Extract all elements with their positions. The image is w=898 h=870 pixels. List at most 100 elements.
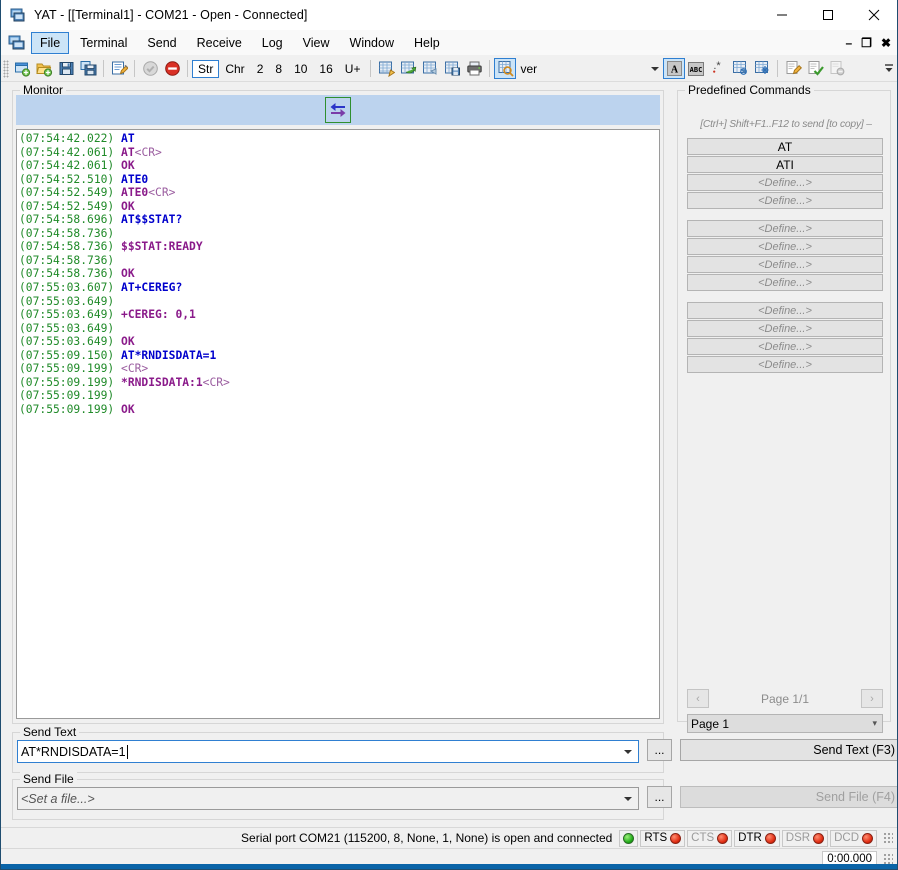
monitor-timestamp: (07:55:03.649) [19,321,122,335]
radix-str-button[interactable]: Str [192,59,220,78]
page-select[interactable]: Page 1 ▾ [687,714,883,733]
monitor-output[interactable]: (07:54:42.022) AT (07:54:42.061) AT<CR> (0… [16,129,660,719]
find-input[interactable]: ver [516,58,664,79]
menu-item-receive[interactable]: Receive [188,32,251,54]
mdi-close-icon[interactable]: ✖ [881,37,891,49]
predefined-page-nav: ‹ Page 1/1 › [687,689,883,708]
case-sensitive-icon[interactable]: A [663,58,686,79]
find-next-icon[interactable] [729,58,751,80]
monitor-control-char: <CR> [202,375,230,389]
send-text-button[interactable]: Send Text (F3) [680,739,897,761]
connection-led-icon [623,832,635,844]
save-terminal-icon[interactable] [55,58,77,80]
radix-hex-button[interactable]: 16 [313,61,338,77]
predefined-command-button-6[interactable]: <Define...> [687,238,883,255]
send-text-browse-button[interactable]: ... [647,739,672,761]
menu-item-help[interactable]: Help [405,32,449,54]
monitor-timestamp: (07:55:03.649) [19,308,122,322]
monitor-received-text: OK [121,267,135,281]
predefined-command-button-9[interactable]: <Define...> [687,302,883,319]
monitor-line: (07:55:09.199) [19,389,659,403]
radix-dec-button[interactable]: 10 [288,61,313,77]
save-terminal-as-icon[interactable] [77,58,99,80]
mdi-child-icon [8,34,26,52]
radix-chr-button[interactable]: Chr [219,61,250,77]
send-file-dropdown-icon[interactable] [619,790,636,807]
monitor-timestamp: (07:54:42.061) [19,159,122,173]
minimize-icon[interactable] [759,0,805,30]
radix-unicode-button[interactable]: U+ [339,61,367,77]
predefined-command-button-7[interactable]: <Define...> [687,256,883,273]
signal-cell-dtr: DTR [734,829,780,847]
send-text-dropdown-icon[interactable] [619,743,636,760]
window-resize-grip[interactable] [882,853,893,865]
monitor-timestamp: (07:55:09.199) [19,402,122,416]
predefined-command-button-11[interactable]: <Define...> [687,338,883,355]
refresh-icon[interactable] [419,58,441,80]
signal-label: DCD [834,832,859,844]
disconnect-icon[interactable] [161,58,183,80]
signal-cell-dcd: DCD [830,829,877,847]
monitor-panel: Monitor (07:54:42.022) AT (07:54:42.061) … [12,83,664,724]
monitor-timestamp: (07:54:58.736) [19,253,122,267]
menu-item-view[interactable]: View [294,32,339,54]
predefined-command-button-12[interactable]: <Define...> [687,356,883,373]
find-icon[interactable] [494,58,517,79]
edit-terminal-settings-icon[interactable] [108,58,130,80]
whole-word-icon[interactable]: ABC [685,58,707,80]
new-terminal-icon[interactable] [11,58,33,80]
next-page-button[interactable]: › [861,689,883,708]
maximize-icon[interactable] [805,0,851,30]
predefined-hint: [Ctrl+] Shift+F1..F12 to send [to copy] … [700,119,872,130]
validate-icon[interactable] [804,58,826,80]
send-file-browse-button[interactable]: ... [647,786,672,808]
monitor-sent-text: AT$$STAT? [121,213,183,227]
radix-bin-button[interactable]: 2 [251,61,270,77]
prev-page-button[interactable]: ‹ [687,689,709,708]
toolbar-grip[interactable] [3,59,9,78]
toolbar-overflow-icon[interactable] [884,60,894,81]
monitor-line: (07:54:42.061) AT<CR> [19,146,659,160]
menu-item-window[interactable]: Window [341,32,403,54]
predefined-command-button-1[interactable]: AT [687,138,883,155]
predefined-command-button-4[interactable]: <Define...> [687,192,883,209]
bidirectional-arrows-icon[interactable] [325,97,351,123]
connection-led-cell [619,829,639,847]
predefined-command-button-8[interactable]: <Define...> [687,274,883,291]
close-icon[interactable] [851,0,897,30]
mdi-minimize-icon[interactable]: – [845,37,852,49]
predefined-command-button-2[interactable]: ATI [687,156,883,173]
monitor-received-text: *RNDISDATA:1 [121,375,203,389]
find-all-icon[interactable] [751,58,773,80]
print-icon[interactable] [463,58,485,80]
predefined-command-button-3[interactable]: <Define...> [687,174,883,191]
format-settings-icon[interactable] [375,58,397,80]
monitor-line: (07:54:58.736) $$STAT:READY [19,240,659,254]
menu-item-log[interactable]: Log [253,32,292,54]
toolbar-separator [370,60,372,77]
signal-cell-cts: CTS [687,829,733,847]
menu-item-send[interactable]: Send [138,32,185,54]
main-content: Monitor (07:54:42.022) AT (07:54:42.061) … [1,82,897,821]
menu-item-file[interactable]: File [31,31,70,54]
monitor-line: (07:54:52.510) ATE0 [19,173,659,187]
open-terminal-icon[interactable] [33,58,55,80]
send-file-legend: Send File [20,772,77,786]
predefined-command-button-5[interactable]: <Define...> [687,220,883,237]
chevron-down-icon[interactable] [651,66,660,71]
signal-label: CTS [691,832,715,844]
monitor-timestamp: (07:54:52.510) [19,172,122,186]
edit-icon[interactable] [782,58,804,80]
monitor-timestamp: (07:54:42.061) [19,145,122,159]
send-file-input[interactable]: <Set a file...> [17,787,639,810]
menu-item-terminal[interactable]: Terminal [71,32,136,54]
radix-oct-button[interactable]: 8 [269,61,288,77]
predefined-command-button-10[interactable]: <Define...> [687,320,883,337]
save-monitor-icon[interactable] [441,58,463,80]
status-resize-grip[interactable] [882,832,893,844]
mdi-restore-icon[interactable]: ❐ [861,37,872,49]
send-text-input[interactable]: AT*RNDISDATA=1 [17,740,639,763]
regex-icon[interactable]: .* [707,58,729,80]
clear-icon[interactable] [397,58,419,80]
window-controls [759,0,897,30]
